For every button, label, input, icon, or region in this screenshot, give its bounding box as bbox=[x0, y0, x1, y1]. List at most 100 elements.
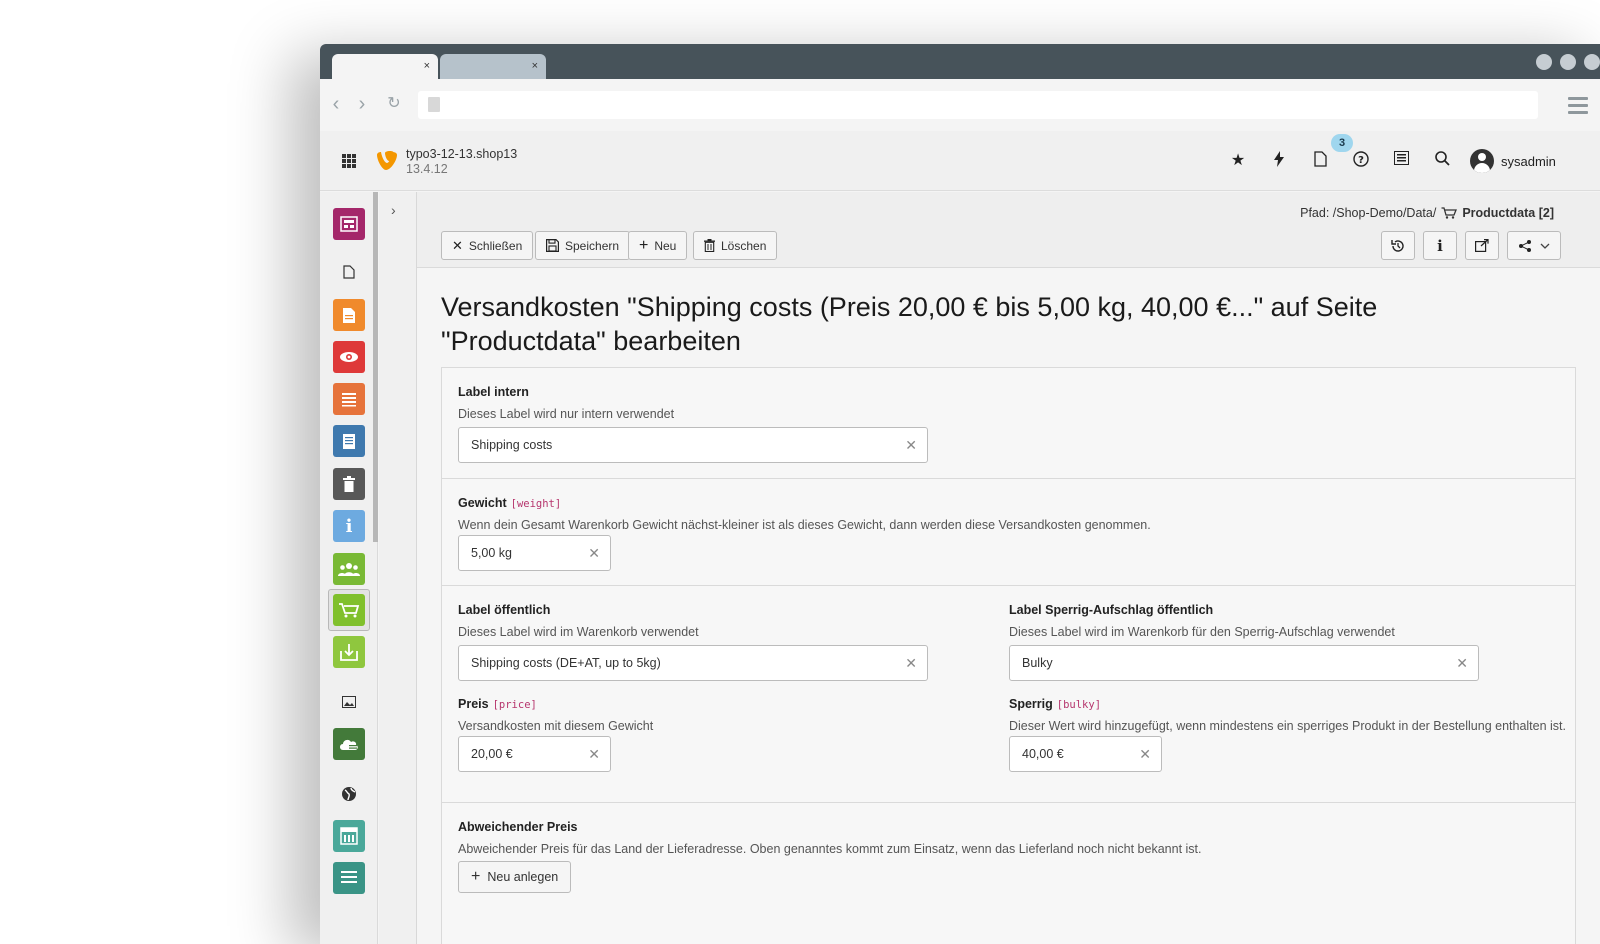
avatar bbox=[1470, 149, 1494, 173]
page-tree-collapsed: › bbox=[379, 192, 417, 944]
module-media-icon[interactable] bbox=[333, 686, 365, 718]
window-controls bbox=[1536, 54, 1600, 70]
label-intern-input[interactable]: Shipping costs ✕ bbox=[458, 427, 928, 463]
search-icon[interactable] bbox=[1432, 151, 1452, 171]
clear-icon[interactable]: ✕ bbox=[905, 437, 917, 453]
sidebar-scrollbar[interactable] bbox=[373, 192, 378, 542]
svg-text:?: ? bbox=[1358, 155, 1364, 166]
save-button[interactable]: Speichern bbox=[535, 231, 631, 260]
label-bulky-public-value: Bulky bbox=[1022, 656, 1053, 670]
forward-icon[interactable]: › bbox=[352, 94, 372, 114]
browser-menu-icon[interactable] bbox=[1568, 97, 1588, 118]
weight-input[interactable]: 5,00 kg ✕ bbox=[458, 535, 611, 571]
add-deviating-price-button[interactable]: + Neu anlegen bbox=[458, 861, 572, 893]
module-filelist-icon[interactable] bbox=[333, 862, 365, 894]
typo3-logo-icon bbox=[377, 151, 397, 170]
username: sysadmin bbox=[1501, 153, 1556, 169]
delete-button[interactable]: Löschen bbox=[693, 231, 778, 260]
delete-button-label: Löschen bbox=[721, 238, 767, 253]
close-window-button[interactable] bbox=[1584, 54, 1600, 70]
clear-icon[interactable]: ✕ bbox=[905, 655, 917, 671]
save-icon bbox=[546, 239, 559, 252]
section-weight: Gewicht [weight] Wenn dein Gesamt Warenko… bbox=[442, 479, 1575, 586]
reload-icon[interactable]: ↻ bbox=[384, 94, 404, 114]
plus-icon: + bbox=[639, 236, 649, 254]
module-layout-icon[interactable] bbox=[333, 820, 365, 852]
label-bulky-public-input[interactable]: Bulky ✕ bbox=[1009, 645, 1479, 681]
edit-form: Label intern Dieses Label wird nur inter… bbox=[441, 367, 1576, 944]
bulky-description: Dieser Wert wird hinzugefügt, wenn minde… bbox=[1009, 719, 1567, 733]
price-value: 20,00 € bbox=[471, 747, 513, 761]
minimize-button[interactable] bbox=[1536, 54, 1552, 70]
section-deviating-price: Abweichender Preis Abweichender Preis fü… bbox=[442, 803, 1575, 943]
bookmark-icon[interactable]: ★ bbox=[1228, 151, 1248, 171]
share-icon bbox=[1519, 239, 1531, 252]
open-in-new-window-button[interactable] bbox=[1465, 231, 1499, 260]
module-shop-icon[interactable] bbox=[333, 594, 365, 626]
close-button[interactable]: ✕ Schließen bbox=[441, 231, 534, 260]
module-import-icon[interactable] bbox=[333, 636, 365, 668]
address-input[interactable] bbox=[418, 91, 1538, 119]
info-button[interactable]: i bbox=[1423, 231, 1457, 260]
label-intern-value: Shipping costs bbox=[471, 438, 553, 452]
user-menu[interactable]: sysadmin bbox=[1470, 149, 1556, 173]
history-button[interactable] bbox=[1381, 231, 1415, 260]
price-input[interactable]: 20,00 € ✕ bbox=[458, 736, 611, 772]
label-intern-label: Label intern bbox=[458, 385, 529, 399]
module-sidebar: i bbox=[320, 192, 378, 944]
deviating-price-description: Abweichender Preis für das Land der Lief… bbox=[458, 842, 1202, 856]
label-public-input[interactable]: Shipping costs (DE+AT, up to 5kg) ✕ bbox=[458, 645, 928, 681]
page-title: Versandkosten "Shipping costs (Preis 20,… bbox=[441, 292, 1378, 356]
browser-tab-active[interactable]: × bbox=[332, 54, 438, 79]
module-info-icon[interactable]: i bbox=[333, 510, 365, 542]
help-icon[interactable]: ? bbox=[1351, 151, 1371, 171]
module-page-icon[interactable] bbox=[333, 208, 365, 240]
browser-window: × × ‹ › ↻ typo3-12-13.shop13 13.4.12 ★ 3… bbox=[320, 44, 1600, 944]
price-label: Preis [price] bbox=[458, 697, 537, 711]
module-menu-toggle-icon[interactable] bbox=[342, 154, 356, 168]
external-link-icon bbox=[1475, 239, 1489, 252]
label-public-description: Dieses Label wird im Warenkorb verwendet bbox=[458, 625, 699, 639]
main-content: Pfad: /Shop-Demo/Data/ Productdata [2] ✕… bbox=[417, 192, 1600, 944]
close-tab-icon[interactable]: × bbox=[532, 60, 538, 72]
clear-icon[interactable]: ✕ bbox=[1139, 746, 1151, 762]
back-icon[interactable]: ‹ bbox=[326, 94, 346, 114]
shop-cart-icon bbox=[1441, 207, 1458, 219]
close-tab-icon[interactable]: × bbox=[424, 60, 430, 72]
notification-badge: 3 bbox=[1331, 134, 1353, 152]
system-information-icon[interactable] bbox=[1391, 151, 1411, 171]
new-button[interactable]: + Neu bbox=[628, 231, 688, 260]
module-form-icon[interactable] bbox=[333, 383, 365, 415]
module-trash-icon[interactable] bbox=[333, 468, 365, 500]
page-icon bbox=[428, 97, 440, 112]
expand-tree-chevron-icon[interactable]: › bbox=[391, 202, 396, 218]
bulky-value: 40,00 € bbox=[1022, 747, 1064, 761]
clear-icon[interactable]: ✕ bbox=[588, 746, 600, 762]
site-name[interactable]: typo3-12-13.shop13 bbox=[406, 147, 517, 161]
module-info-doc-icon[interactable] bbox=[333, 425, 365, 457]
module-page-tree-icon[interactable] bbox=[333, 256, 365, 288]
weight-key: [weight] bbox=[510, 498, 562, 510]
module-users-icon[interactable] bbox=[333, 553, 365, 585]
browser-tab[interactable]: × bbox=[440, 54, 546, 79]
clear-icon[interactable]: ✕ bbox=[1456, 655, 1468, 671]
path-prefix: Pfad: /Shop-Demo/Data/ bbox=[1300, 206, 1437, 220]
module-sites-globe-icon[interactable] bbox=[333, 778, 365, 810]
price-description: Versandkosten mit diesem Gewicht bbox=[458, 719, 654, 733]
bulky-input[interactable]: 40,00 € ✕ bbox=[1009, 736, 1162, 772]
bulky-key: [bulky] bbox=[1056, 699, 1102, 711]
maximize-button[interactable] bbox=[1560, 54, 1576, 70]
label-bulky-public-label: Label Sperrig-Aufschlag öffentlich bbox=[1009, 603, 1214, 617]
module-cloud-icon[interactable] bbox=[333, 728, 365, 760]
typo3-topbar: typo3-12-13.shop13 13.4.12 ★ 3 ? sysadmi… bbox=[320, 131, 1600, 191]
share-dropdown-button[interactable] bbox=[1507, 231, 1561, 260]
cache-flush-icon[interactable] bbox=[1269, 151, 1289, 171]
label-public-value: Shipping costs (DE+AT, up to 5kg) bbox=[471, 656, 661, 670]
module-list-icon[interactable] bbox=[333, 299, 365, 331]
clear-icon[interactable]: ✕ bbox=[588, 545, 600, 561]
module-view-icon[interactable] bbox=[333, 341, 365, 373]
open-documents-icon[interactable] bbox=[1310, 151, 1330, 171]
path-page[interactable]: Productdata [2] bbox=[1462, 206, 1554, 220]
typo3-version: 13.4.12 bbox=[406, 162, 448, 176]
weight-label: Gewicht [weight] bbox=[458, 496, 562, 510]
